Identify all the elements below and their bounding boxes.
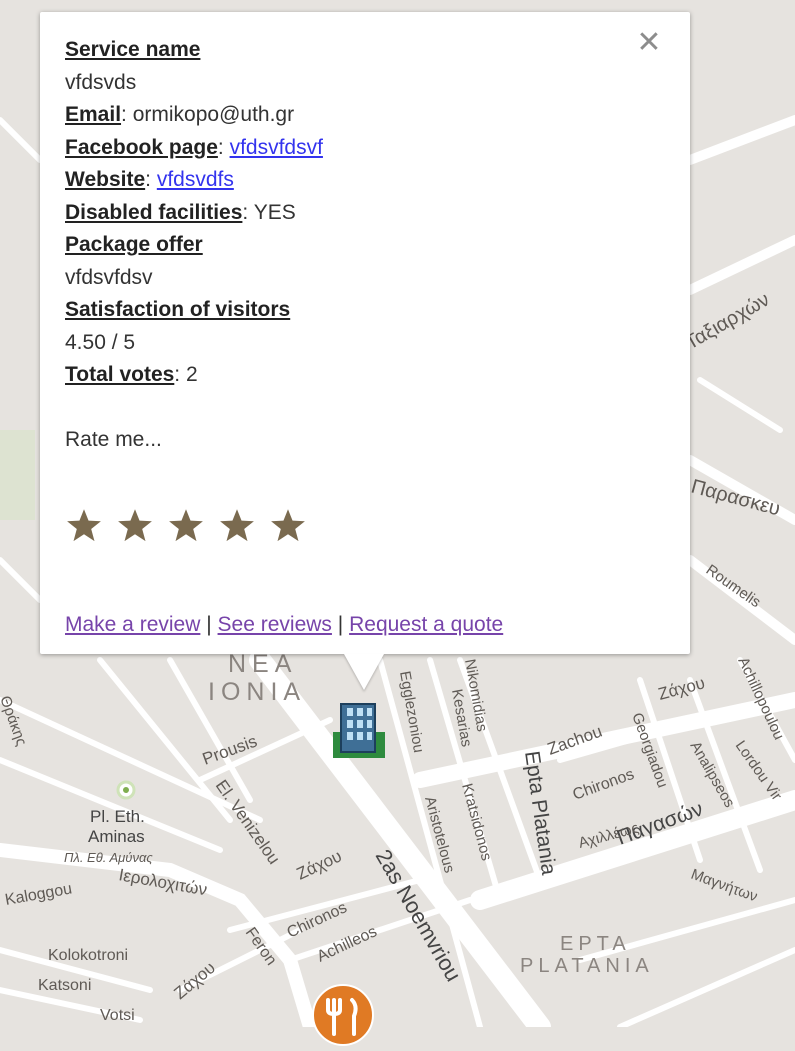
total-votes-value: 2 bbox=[185, 363, 198, 386]
see-reviews-link[interactable]: See reviews bbox=[218, 613, 332, 636]
hotel-marker-icon[interactable] bbox=[333, 700, 385, 758]
email-value: ormikopo@uth.gr bbox=[132, 103, 295, 126]
label-aminas-gr: Πλ. Εθ. Αμύνας bbox=[64, 850, 153, 865]
label-epta: EPTA bbox=[560, 933, 631, 955]
facebook-label: Facebook page bbox=[65, 135, 218, 159]
disabled-facilities-value: YES bbox=[253, 200, 296, 224]
facebook-link[interactable]: vfdsvfdsvf bbox=[230, 136, 323, 159]
info-window-tail bbox=[344, 654, 384, 690]
label-kolokotroni: Kolokotroni bbox=[48, 947, 128, 964]
star-icon[interactable] bbox=[65, 508, 103, 544]
label-platania: PLATANIA bbox=[520, 955, 654, 977]
request-quote-link[interactable]: Request a quote bbox=[349, 613, 503, 636]
disabled-facilities-label: Disabled facilities bbox=[65, 200, 243, 224]
email-label: Email bbox=[65, 103, 122, 126]
satisfaction-value: 4.50 / 5 bbox=[65, 330, 136, 354]
info-window: ✕ Service name vfdsvds Email: ormikopo@u… bbox=[40, 12, 690, 654]
close-icon[interactable]: ✕ bbox=[636, 28, 662, 58]
label-aminas: Aminas bbox=[88, 827, 145, 846]
package-offer-value: vfdsvfdsv bbox=[65, 265, 153, 289]
label-nea: NEA bbox=[228, 650, 297, 678]
label-pl-eth: Pl. Eth. bbox=[90, 807, 145, 826]
make-review-link[interactable]: Make a review bbox=[65, 613, 200, 636]
link-separator: | bbox=[206, 613, 212, 636]
service-name-label: Service name bbox=[65, 38, 201, 61]
link-separator: | bbox=[337, 613, 344, 636]
website-label: Website bbox=[65, 168, 146, 191]
star-icon[interactable] bbox=[167, 508, 205, 544]
star-icon[interactable] bbox=[218, 508, 256, 544]
star-icon[interactable] bbox=[269, 508, 307, 544]
total-votes-label: Total votes bbox=[65, 363, 175, 386]
action-links: Make a review | See reviews | Request a … bbox=[65, 609, 503, 642]
restaurant-poi-icon[interactable] bbox=[312, 984, 374, 1046]
satisfaction-label: Satisfaction of visitors bbox=[65, 298, 291, 321]
label-votsi: Votsi bbox=[100, 1007, 135, 1024]
website-link[interactable]: vfdsvdfs bbox=[157, 168, 234, 191]
star-icon[interactable] bbox=[116, 508, 154, 544]
label-katsoni: Katsoni bbox=[38, 977, 91, 994]
label-ionia: IONIA bbox=[208, 678, 306, 706]
star-rating[interactable] bbox=[65, 508, 666, 544]
package-offer-label: Package offer bbox=[65, 233, 203, 256]
rate-prompt: Rate me... bbox=[65, 427, 162, 451]
service-name-value: vfdsvds bbox=[65, 70, 137, 94]
